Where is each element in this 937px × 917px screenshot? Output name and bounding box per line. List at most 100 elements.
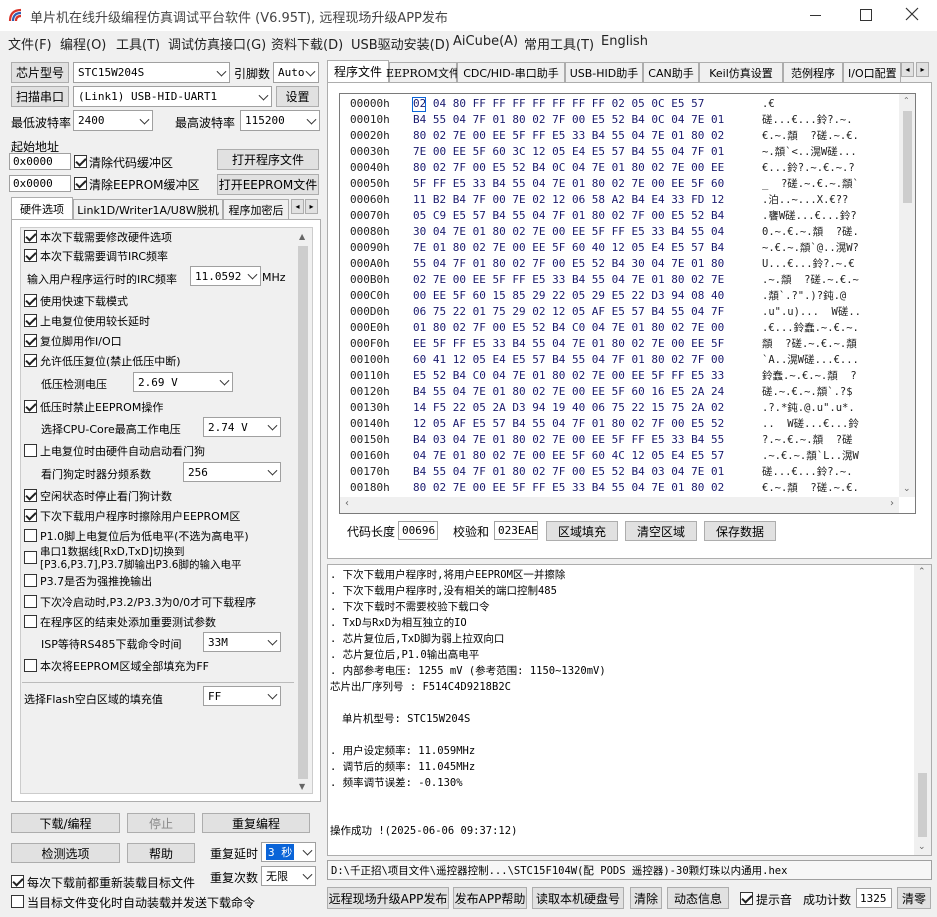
option-checkbox[interactable] [24,551,37,564]
log-line: . 芯片复位后,TxD脚为弱上拉双向口 [330,633,505,645]
repeat-program-button[interactable]: 重复编程 [202,813,310,833]
beep-checkbox[interactable] [740,892,753,905]
option-checkbox[interactable] [24,230,37,243]
menu-file[interactable]: 文件(F) [8,34,52,53]
check-options-button[interactable]: 检测选项 [11,843,120,863]
option-checkbox[interactable] [24,249,37,262]
hex-row: 00150h B4 03 04 7E 01 80 02 7E 00 EE 5F F… [340,432,900,448]
option-checkbox[interactable] [24,334,37,347]
min-baud-select[interactable]: 2400 [73,110,153,131]
fill-area-button[interactable]: 区域填充 [546,521,618,541]
tab-scroll-right-icon[interactable]: ▸ [305,199,318,214]
download-program-button[interactable]: 下载/编程 [11,813,120,833]
eeprom-start-address-input[interactable]: 0x0000 [9,175,71,192]
hex-ascii: €.~.頮 ?磋.~.€. [762,130,859,142]
log-scrollbar[interactable]: ⌃ ⌄ [914,565,931,855]
tab-keil-sim[interactable]: Keil仿真设置 [699,62,783,82]
auto-send-checkbox[interactable] [11,895,24,908]
open-eeprom-file-button[interactable]: 打开EEPROM文件 [217,174,319,195]
remote-upgrade-button[interactable]: 远程现场升级APP发布 [327,887,449,909]
code-length-value: 00696 [398,521,438,540]
minimize-button[interactable] [808,8,822,22]
tab-scroll-left-icon[interactable]: ◂ [291,199,304,214]
clear-code-checkbox[interactable] [74,155,87,168]
option-checkbox[interactable] [24,509,37,522]
option-checkbox[interactable] [24,444,37,457]
tab-examples[interactable]: 范例程序 [783,62,843,82]
code-start-address-input[interactable]: 0x0000 [9,153,71,170]
scan-port-button[interactable]: 扫描串口 [11,86,69,107]
tab-eeprom-file[interactable]: EEPROM文件 [386,62,460,82]
max-baud-select[interactable]: 115200 [240,110,320,131]
menu-common-tools[interactable]: 常用工具(T) [524,34,594,53]
isp-wait-select[interactable]: 33M [203,632,281,652]
tab-offline-writer[interactable]: Link1D/Writer1A/U8W脱机 [73,199,223,219]
menu-download[interactable]: 资料下载(D) [271,34,343,53]
menu-usb-driver[interactable]: USB驱动安装(D) [351,34,450,53]
stop-button[interactable]: 停止 [127,813,195,833]
settings-button[interactable]: 设置 [276,86,319,107]
clear-eeprom-checkbox[interactable] [74,177,87,190]
irc-frequency-select[interactable]: 11.0592 [190,266,261,286]
tab-hardware-options[interactable]: 硬件选项 [11,197,73,219]
hex-address: 00100h [350,353,390,366]
hex-ascii: ~.€.~.頮`@..滉W? [762,242,859,254]
repeat-delay-select[interactable]: 3 秒 [261,842,316,862]
reset-count-button[interactable]: 清零 [897,887,931,909]
repeat-count-select[interactable]: 无限 [261,866,316,886]
wdt-select[interactable]: 256 [183,462,281,482]
publish-help-button[interactable]: 发布APP帮助 [453,887,527,909]
lvd-select[interactable]: 2.69 V [133,372,233,392]
reload-before-download-checkbox[interactable] [11,875,24,888]
hex-horizontal-scrollbar[interactable]: ‹ › [340,497,899,513]
help-button[interactable]: 帮助 [127,843,195,863]
dynamic-info-button[interactable]: 动态信息 [667,887,729,909]
tab-scroll-right-icon[interactable]: ▸ [916,62,929,77]
pins-select[interactable]: Auto [273,62,319,83]
hex-row: 000B0h 02 7E 00 EE 5F FF E5 33 B4 55 04 7… [340,272,900,288]
hex-editor[interactable]: 00000h 02 04 80 FF FF FF FF FF FF FF 02 0… [339,93,916,514]
option-checkbox[interactable] [24,595,37,608]
maximize-button[interactable] [860,9,872,21]
chip-type-button[interactable]: 芯片型号 [11,62,69,83]
hex-ascii: 磋.~.€.~.頮`.?$ [762,386,853,398]
open-program-file-button[interactable]: 打开程序文件 [217,149,319,170]
menu-tools[interactable]: 工具(T) [116,34,160,53]
cpu-voltage-select[interactable]: 2.74 V [203,417,281,437]
tab-usb-hid[interactable]: USB-HID助手 [565,62,643,82]
clear-area-button[interactable]: 清空区域 [625,521,697,541]
read-disk-id-button[interactable]: 读取本机硬盘号 [532,887,624,909]
hex-vertical-scrollbar[interactable]: ⌃ ⌄ [899,94,915,497]
close-button[interactable] [905,7,919,21]
menu-program[interactable]: 编程(O) [60,34,106,53]
fill-value-select[interactable]: FF [203,686,281,706]
tab-program-file[interactable]: 程序文件 [327,60,389,82]
port-select[interactable]: (Link1) USB-HID-UART1 [73,86,272,107]
option-checkbox[interactable] [24,529,37,542]
log-output[interactable]: . 下次下载用户程序时,将用户EEPROM区一并擦除 . 下次下载用户程序时,没有… [327,564,932,856]
clear-log-button[interactable]: 清除 [630,887,662,909]
hex-ascii: 磋...€...鈴?.~. [762,466,853,478]
option-checkbox[interactable] [24,615,37,628]
tab-io-config[interactable]: I/O口配置 [843,62,901,82]
chevron-down-icon [219,375,230,386]
option-checkbox[interactable] [24,489,37,502]
save-data-button[interactable]: 保存数据 [704,521,776,541]
options-scrollbar[interactable]: ▲ ▼ [295,228,312,793]
tab-program-encrypt[interactable]: 程序加密后 [223,199,289,219]
option-checkbox[interactable] [24,574,37,587]
option-checkbox[interactable] [24,659,37,672]
option-checkbox[interactable] [24,400,37,413]
tab-scroll-left-icon[interactable]: ◂ [901,62,914,77]
option-checkbox[interactable] [24,354,37,367]
option-checkbox[interactable] [24,314,37,327]
tab-can[interactable]: CAN助手 [643,62,699,82]
tab-cdc-serial[interactable]: CDC/HID-串口助手 [457,62,565,82]
menu-debug[interactable]: 调试仿真接口(G) [168,34,266,53]
option-checkbox[interactable] [24,294,37,307]
menu-english[interactable]: English [601,34,648,49]
hex-ascii: .€ [762,98,775,110]
menu-aicube[interactable]: AiCube(A) [453,34,518,49]
file-path-field[interactable]: D:\千正招\项目文件\遥控器控制...\STC15F104W(配 PODS 遥… [327,860,932,880]
chip-type-select[interactable]: STC15W204S [73,62,230,83]
